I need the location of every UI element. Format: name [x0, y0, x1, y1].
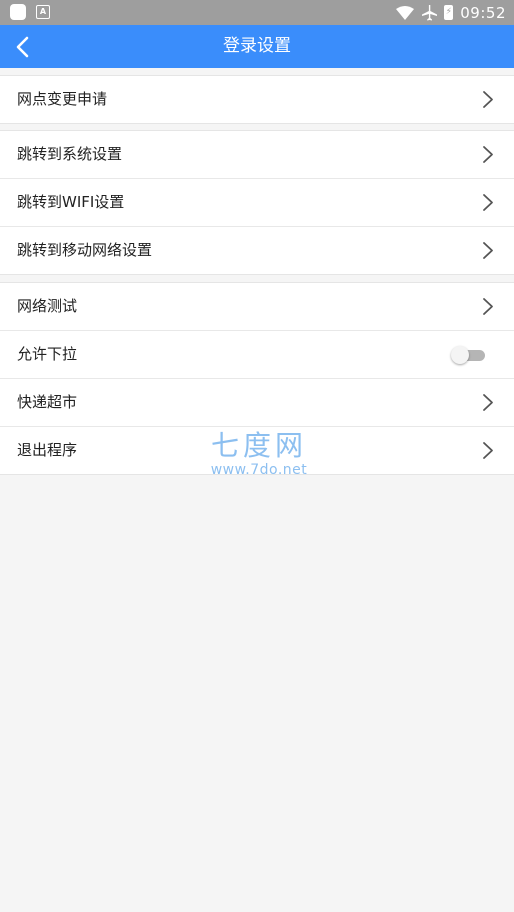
notification-square-icon [10, 4, 26, 20]
chevron-right-icon [483, 242, 493, 259]
chevron-right-icon [483, 442, 493, 459]
status-time: 09:52 [460, 3, 506, 22]
settings-group-1: 网点变更申请 [0, 75, 514, 124]
allow-pull-down-toggle[interactable] [451, 346, 487, 364]
a-badge-icon: A [36, 5, 50, 19]
row-allow-pull-down: 允许下拉 [0, 331, 514, 379]
settings-group-2: 跳转到系统设置 跳转到WIFI设置 跳转到移动网络设置 [0, 130, 514, 275]
row-label: 跳转到移动网络设置 [17, 241, 153, 259]
app-bar: 登录设置 [0, 25, 514, 68]
status-bar: A ⚡ 09:52 [0, 0, 514, 25]
row-system-settings[interactable]: 跳转到系统设置 [0, 131, 514, 179]
row-label: 退出程序 [17, 441, 78, 459]
watermark-url: www.7do.net [210, 462, 308, 478]
row-label: 跳转到WIFI设置 [17, 193, 125, 211]
watermark: 七度网 www.7do.net [204, 429, 314, 479]
row-label: 网络测试 [17, 297, 78, 315]
battery-icon: ⚡ [444, 5, 454, 20]
chevron-right-icon [483, 298, 493, 315]
row-label: 网点变更申请 [17, 90, 108, 108]
chevron-right-icon [483, 146, 493, 163]
row-label: 快递超市 [17, 393, 78, 411]
row-express-market[interactable]: 快递超市 [0, 379, 514, 427]
chevron-right-icon [483, 194, 493, 211]
wifi-icon [396, 5, 415, 20]
airplane-icon [422, 4, 438, 20]
chevron-right-icon [483, 394, 493, 411]
chevron-right-icon [483, 91, 493, 108]
page-title: 登录设置 [223, 36, 291, 56]
watermark-title: 七度网 [210, 429, 307, 462]
row-label: 跳转到系统设置 [17, 145, 123, 163]
row-wifi-settings[interactable]: 跳转到WIFI设置 [0, 179, 514, 227]
row-mobile-network-settings[interactable]: 跳转到移动网络设置 [0, 227, 514, 274]
row-network-test[interactable]: 网络测试 [0, 283, 514, 331]
toggle-knob [451, 346, 469, 364]
row-label: 允许下拉 [17, 345, 78, 363]
row-branch-change-request[interactable]: 网点变更申请 [0, 76, 514, 123]
